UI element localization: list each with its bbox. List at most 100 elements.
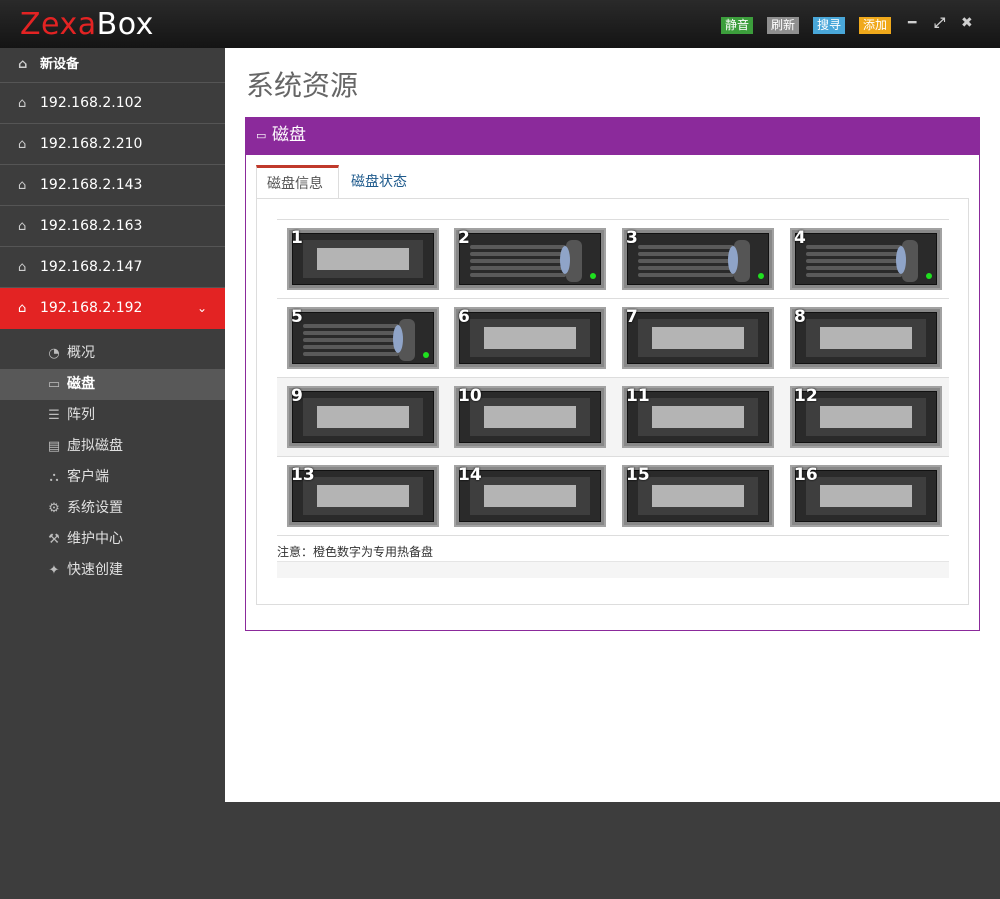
minimize-icon[interactable]: ━: [908, 15, 916, 31]
bay-frame: [627, 312, 769, 364]
submenu-label: 磁盘: [67, 376, 95, 392]
bay-number: 15: [626, 465, 650, 485]
disk-bay-empty[interactable]: 14: [454, 465, 606, 527]
home-icon: ⌂: [18, 260, 27, 275]
submenu-label: 快速创建: [67, 562, 123, 578]
top-bar: ZexaBox 静音 刷新 搜寻 添加 ━ ⤢ ✖: [0, 0, 1000, 48]
submenu-item-maintenance[interactable]: ⚒ 维护中心: [0, 524, 225, 555]
tab-disk-info[interactable]: 磁盘信息: [256, 165, 339, 199]
bay-frame: [795, 233, 937, 285]
bay-frame: [292, 233, 434, 285]
bay-number: 6: [458, 307, 470, 327]
drive-vents: [470, 242, 566, 282]
bay-slot: [652, 406, 744, 428]
bay-number: 14: [458, 465, 482, 485]
bay-row: 13 14 15 16: [277, 457, 949, 536]
drive-lens: [560, 246, 570, 274]
maximize-icon[interactable]: ⤢: [934, 15, 945, 31]
server-icon: ☰: [48, 408, 60, 423]
bay-number: 3: [626, 228, 638, 248]
bay-row: 9 10 11 12: [277, 378, 949, 457]
sidebar-item-device[interactable]: ⌂ 192.168.2.102: [0, 83, 225, 124]
disk-bay-occupied[interactable]: 4: [790, 228, 942, 290]
status-led-icon: [423, 352, 429, 358]
magic-icon: ✦: [48, 563, 60, 578]
bay-frame: [795, 312, 937, 364]
mute-button[interactable]: 静音: [721, 17, 754, 34]
panel-title: 磁盘: [272, 125, 306, 145]
bay-slot: [820, 406, 912, 428]
disk-bay-empty[interactable]: 13: [287, 465, 439, 527]
disk-bay-empty[interactable]: 9: [287, 386, 439, 448]
submenu-item-virtual-disk[interactable]: ▤ 虚拟磁盘: [0, 431, 225, 462]
disk-bay-empty[interactable]: 11: [622, 386, 774, 448]
drive-lens: [728, 246, 738, 274]
main-content: 系统资源 ▭ 磁盘 磁盘信息 磁盘状态 1 2 3 4 5 6 7 8 9 10 11 12 13 14 1…: [225, 48, 1000, 802]
submenu-item-disk[interactable]: ▭ 磁盘: [0, 369, 225, 400]
submenu-item-overview[interactable]: ◔ 概况: [0, 338, 225, 369]
disk-bay-empty[interactable]: 1: [287, 228, 439, 290]
bay-slot: [484, 485, 576, 507]
disk-bay-occupied[interactable]: 3: [622, 228, 774, 290]
bay-number: 11: [626, 386, 650, 406]
bay-slot: [484, 406, 576, 428]
submenu-item-settings[interactable]: ⚙ 系统设置: [0, 493, 225, 524]
refresh-button[interactable]: 刷新: [767, 17, 800, 34]
sidebar-item-label: 192.168.2.143: [40, 177, 143, 193]
page-title: 系统资源: [246, 69, 359, 102]
disk-bay-empty[interactable]: 16: [790, 465, 942, 527]
drive-lens: [393, 325, 403, 353]
sidebar-item-device[interactable]: ⌂ 192.168.2.147: [0, 247, 225, 288]
tab-disk-status[interactable]: 磁盘状态: [341, 165, 417, 199]
bay-slot: [820, 327, 912, 349]
home-icon: ⌂: [18, 96, 27, 111]
disk-bay-occupied[interactable]: 5: [287, 307, 439, 369]
submenu-label: 阵列: [67, 407, 95, 423]
list-icon: ▤: [47, 439, 61, 454]
bay-row: 5 6 7 8: [277, 299, 949, 378]
sidebar-item-device[interactable]: ⌂ 192.168.2.210: [0, 124, 225, 165]
sidebar-item-label: 192.168.2.102: [40, 95, 143, 111]
add-button[interactable]: 添加: [859, 17, 892, 34]
bay-number: 7: [626, 307, 638, 327]
disk-bay-empty[interactable]: 10: [454, 386, 606, 448]
sidebar-item-device[interactable]: ⌂ 192.168.2.163: [0, 206, 225, 247]
submenu-item-array[interactable]: ☰ 阵列: [0, 400, 225, 431]
sidebar-item-label: 新设备: [40, 57, 80, 72]
submenu-label: 维护中心: [67, 531, 123, 547]
disk-bay-empty[interactable]: 6: [454, 307, 606, 369]
disk-bay-empty[interactable]: 7: [622, 307, 774, 369]
close-icon[interactable]: ✖: [961, 15, 973, 31]
sidebar-item-new-device[interactable]: ⌂ 新设备: [0, 48, 225, 83]
sidebar-item-device-active[interactable]: ⌂ 192.168.2.192 ⌄: [0, 288, 235, 329]
bay-number: 8: [794, 307, 806, 327]
disk-bay-empty[interactable]: 12: [790, 386, 942, 448]
disk-bay-empty[interactable]: 15: [622, 465, 774, 527]
hdd-icon: ▭: [256, 129, 267, 142]
bay-frame: [292, 391, 434, 443]
submenu: ◔ 概况 ▭ 磁盘 ☰ 阵列 ▤ 虚拟磁盘 ⛬ 客户端 ⚙ 系统设置 ⚒ 维护中…: [0, 329, 225, 586]
home-icon: ⌂: [18, 57, 28, 72]
home-icon: ⌂: [18, 137, 27, 152]
disk-bay-occupied[interactable]: 2: [454, 228, 606, 290]
cogs-icon: ⚙: [48, 501, 60, 516]
submenu-label: 客户端: [67, 469, 109, 485]
submenu-item-client[interactable]: ⛬ 客户端: [0, 462, 225, 493]
bay-number: 16: [794, 465, 818, 485]
submenu-item-quick-create[interactable]: ✦ 快速创建: [0, 555, 225, 586]
status-led-icon: [590, 273, 596, 279]
home-icon: ⌂: [18, 219, 27, 234]
disk-bay-grid: 1 2 3 4 5 6 7 8 9 10 11 12 13 14 15 16: [277, 219, 949, 536]
sidebar-item-label: 192.168.2.192: [40, 300, 143, 316]
bay-slot: [317, 406, 409, 428]
sidebar-item-device[interactable]: ⌂ 192.168.2.143: [0, 165, 225, 206]
home-icon: ⌂: [18, 301, 27, 316]
status-led-icon: [926, 273, 932, 279]
bay-slot: [317, 248, 409, 270]
sidebar-item-label: 192.168.2.147: [40, 259, 143, 275]
submenu-label: 系统设置: [67, 500, 123, 516]
bay-slot: [317, 485, 409, 507]
search-button[interactable]: 搜寻: [813, 17, 846, 34]
bay-number: 4: [794, 228, 806, 248]
disk-bay-empty[interactable]: 8: [790, 307, 942, 369]
